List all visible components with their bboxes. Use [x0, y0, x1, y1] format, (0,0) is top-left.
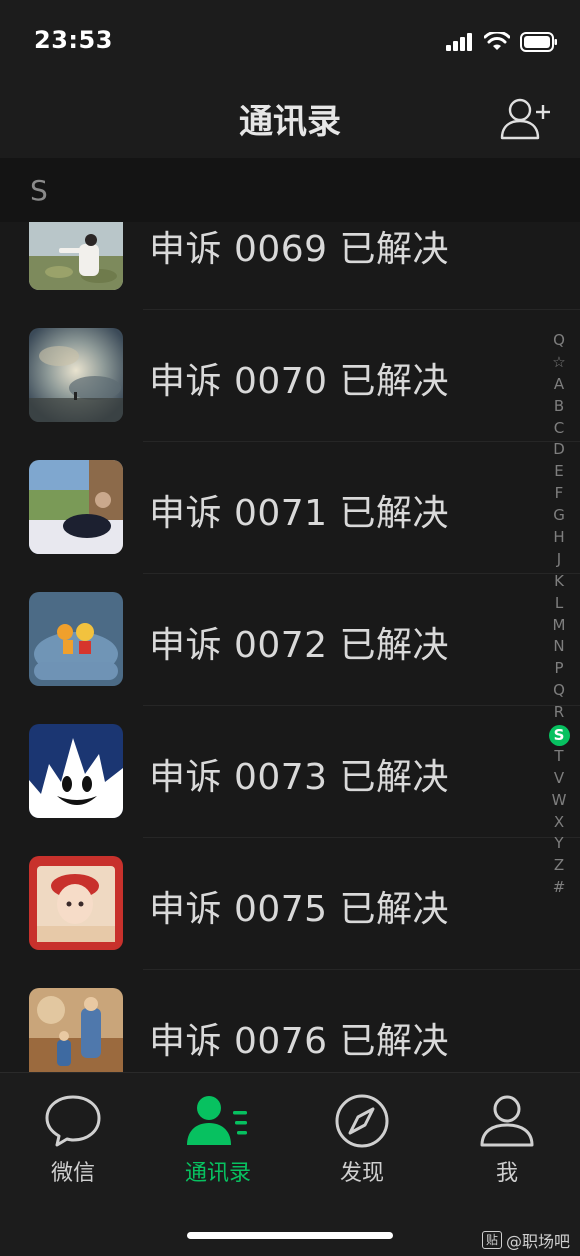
index-letter[interactable]: W — [548, 790, 570, 812]
contact-name: 申诉 0071 已解决 — [149, 493, 450, 534]
index-letter[interactable]: J — [548, 549, 570, 571]
index-letter[interactable]: Q — [548, 330, 570, 352]
person-icon — [480, 1095, 534, 1147]
contact-row[interactable]: 申诉 0073 已解决 — [0, 706, 580, 838]
tab-me[interactable]: 我 — [452, 1093, 562, 1193]
contact-avatar — [29, 222, 123, 290]
index-letter[interactable]: C — [548, 418, 570, 440]
status-bar: 23:53 — [0, 0, 580, 80]
battery-icon — [520, 32, 557, 52]
index-letter[interactable]: H — [548, 527, 570, 549]
page-title: 通讯录 — [239, 102, 341, 142]
chat-bubble-icon — [45, 1095, 101, 1147]
index-letter[interactable]: V — [548, 768, 570, 790]
contact-name: 申诉 0076 已解决 — [149, 1021, 450, 1062]
contacts-icon — [187, 1096, 247, 1145]
compass-icon — [335, 1094, 389, 1148]
contact-row[interactable]: 申诉 0070 已解决 — [0, 310, 580, 442]
cellular-signal-icon — [446, 33, 472, 51]
index-letter[interactable]: ☆ — [548, 352, 570, 374]
index-letter[interactable]: S — [548, 724, 570, 746]
index-letter[interactable]: # — [548, 877, 570, 899]
contact-avatar — [29, 328, 123, 422]
wifi-icon — [484, 32, 510, 50]
tab-label: 微信 — [50, 1161, 95, 1186]
contact-name: 申诉 0070 已解决 — [149, 361, 450, 402]
nav-bar: 通讯录 — [0, 80, 580, 158]
index-letter[interactable]: Y — [548, 833, 570, 855]
add-contact-icon — [500, 98, 550, 140]
index-letter[interactable]: R — [548, 702, 570, 724]
index-letter[interactable]: D — [548, 439, 570, 461]
contact-list[interactable]: 申诉 0069 已解决 申诉 0070 已解决 申诉 0071 已解决 申诉 0… — [0, 222, 580, 1072]
contact-row[interactable]: 申诉 0071 已解决 — [0, 442, 580, 574]
section-header: S — [0, 158, 580, 222]
contact-name: 申诉 0072 已解决 — [149, 625, 450, 666]
index-letter[interactable]: K — [548, 571, 570, 593]
contact-name: 申诉 0069 已解决 — [149, 229, 450, 270]
contact-avatar — [29, 724, 123, 818]
contact-avatar — [29, 460, 123, 554]
index-letter[interactable]: A — [548, 374, 570, 396]
contact-row[interactable]: 申诉 0075 已解决 — [0, 838, 580, 970]
tab-label: 我 — [495, 1161, 518, 1186]
index-letter[interactable]: M — [548, 615, 570, 637]
contact-avatar — [29, 592, 123, 686]
index-letter[interactable]: F — [548, 483, 570, 505]
contact-row[interactable]: 申诉 0072 已解决 — [0, 574, 580, 706]
contact-name: 申诉 0073 已解决 — [149, 757, 450, 798]
section-letter: S — [30, 174, 48, 207]
index-letter[interactable]: B — [548, 396, 570, 418]
index-letter[interactable]: Z — [548, 855, 570, 877]
index-letter[interactable]: P — [548, 658, 570, 680]
index-letter[interactable]: N — [548, 636, 570, 658]
watermark-text: @职场吧 — [505, 1232, 570, 1251]
tab-label: 通讯录 — [184, 1161, 251, 1186]
index-letter[interactable]: T — [548, 746, 570, 768]
contact-avatar — [29, 856, 123, 950]
status-time: 23:53 — [34, 26, 113, 54]
index-letter[interactable]: Q — [548, 680, 570, 702]
tab-label: 发现 — [339, 1161, 384, 1186]
index-letter[interactable]: L — [548, 593, 570, 615]
tab-contacts[interactable]: 通讯录 — [163, 1093, 273, 1193]
status-icons — [446, 30, 558, 54]
watermark-badge: 贴 — [481, 1231, 502, 1249]
tab-chats[interactable]: 微信 — [18, 1093, 128, 1193]
add-friend-button[interactable] — [500, 96, 552, 140]
home-indicator[interactable] — [187, 1232, 393, 1239]
contact-avatar — [29, 988, 123, 1072]
alphabet-index[interactable]: Q ☆ A B C D E F G H J K L M N P Q R S T V W X Y Z # — [548, 330, 570, 899]
index-letter[interactable]: G — [548, 505, 570, 527]
contact-row[interactable]: 申诉 0069 已解决 — [0, 222, 580, 310]
contact-name: 申诉 0075 已解决 — [149, 889, 450, 930]
index-letter[interactable]: E — [548, 461, 570, 483]
tab-discover[interactable]: 发现 — [307, 1093, 417, 1193]
contact-row[interactable]: 申诉 0076 已解决 — [0, 970, 580, 1072]
index-letter[interactable]: X — [548, 812, 570, 834]
watermark: 贴 @职场吧 — [481, 1228, 570, 1252]
